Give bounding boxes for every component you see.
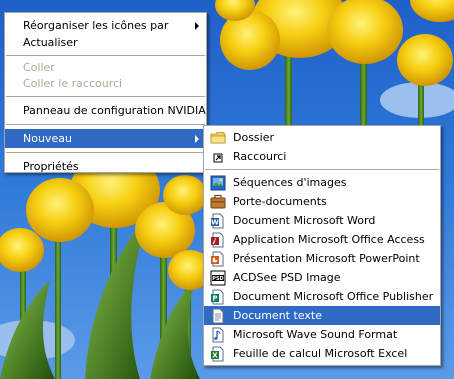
menu-item-label: Propriétés (23, 160, 79, 173)
menu-separator (6, 152, 205, 153)
menu-item-label: Dossier (233, 131, 275, 144)
menu-item-label: Porte-documents (233, 195, 327, 208)
new-psd-image-item[interactable]: PSD ACDSee PSD Image (204, 268, 440, 287)
excel-spreadsheet-icon: X (211, 346, 224, 362)
new-shortcut-item[interactable]: Raccourci (204, 147, 440, 166)
menu-item-label: Application Microsoft Office Access (233, 233, 425, 246)
menu-item-new[interactable]: Nouveau (5, 129, 206, 148)
shortcut-icon (213, 153, 223, 163)
menu-item-paste: Coller (5, 60, 206, 76)
svg-text:W: W (211, 219, 219, 227)
menu-item-label: Microsoft Wave Sound Format (233, 328, 398, 341)
new-wave-sound-item[interactable]: Microsoft Wave Sound Format (204, 325, 440, 344)
menu-item-label: Panneau de configuration NVIDIA (23, 104, 206, 117)
new-word-document-item[interactable]: W Document Microsoft Word (204, 211, 440, 230)
menu-item-label: Réorganiser les icônes par (23, 19, 169, 32)
menu-item-paste-shortcut: Coller le raccourci (5, 76, 206, 92)
briefcase-icon (210, 194, 226, 209)
menu-item-label: Document Microsoft Word (233, 214, 376, 227)
wave-sound-icon (212, 327, 224, 343)
new-publisher-document-item[interactable]: P Document Microsoft Office Publisher (204, 287, 440, 306)
menu-separator (205, 169, 439, 170)
menu-item-nvidia-control-panel[interactable]: Panneau de configuration NVIDIA (5, 101, 206, 120)
menu-item-arrange-icons[interactable]: Réorganiser les icônes par (5, 16, 206, 35)
submenu-arrow-icon (195, 21, 199, 30)
new-powerpoint-presentation-item[interactable]: Présentation Microsoft PowerPoint (204, 249, 440, 268)
menu-item-label: Actualiser (23, 36, 78, 49)
menu-item-label: Coller le raccourci (23, 77, 123, 90)
menu-separator (6, 55, 205, 56)
menu-item-label: Document Microsoft Office Publisher (233, 290, 434, 303)
new-access-application-item[interactable]: Application Microsoft Office Access (204, 230, 440, 249)
access-application-icon (211, 232, 224, 248)
word-document-icon: W (211, 213, 224, 229)
menu-item-label: Coller (23, 61, 55, 74)
menu-separator (6, 124, 205, 125)
new-folder-item[interactable]: Dossier (204, 128, 440, 147)
new-excel-spreadsheet-item[interactable]: X Feuille de calcul Microsoft Excel (204, 344, 440, 363)
folder-icon (210, 132, 226, 144)
publisher-document-icon: P (211, 289, 224, 305)
menu-item-label: ACDSee PSD Image (233, 271, 341, 284)
menu-item-label: Feuille de calcul Microsoft Excel (233, 347, 408, 360)
desktop-context-menu: Réorganiser les icônes par Actualiser Co… (4, 12, 207, 173)
menu-item-refresh[interactable]: Actualiser (5, 35, 206, 51)
powerpoint-presentation-icon (211, 251, 224, 267)
new-submenu: Dossier Raccourci Séquences d'images Por… (203, 125, 441, 366)
image-sequence-icon (210, 175, 226, 191)
psd-image-icon: PSD (210, 270, 226, 286)
menu-item-label: Document texte (233, 309, 322, 322)
new-image-sequence-item[interactable]: Séquences d'images (204, 173, 440, 192)
menu-item-label: Présentation Microsoft PowerPoint (233, 252, 420, 265)
menu-item-label: Raccourci (233, 150, 287, 163)
text-document-icon (212, 308, 224, 324)
svg-text:PSD: PSD (212, 276, 223, 282)
menu-item-label: Nouveau (23, 132, 72, 145)
menu-item-label: Séquences d'images (233, 176, 347, 189)
menu-item-properties[interactable]: Propriétés (5, 157, 206, 176)
svg-text:P: P (212, 295, 217, 303)
menu-separator (6, 96, 205, 97)
new-briefcase-item[interactable]: Porte-documents (204, 192, 440, 211)
submenu-arrow-icon (195, 134, 199, 143)
new-text-document-item[interactable]: Document texte (204, 306, 440, 325)
svg-text:X: X (212, 352, 218, 360)
